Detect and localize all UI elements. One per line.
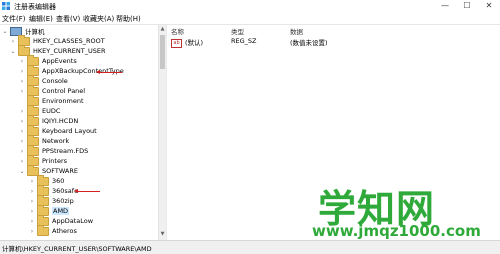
chevron-right-icon[interactable]: › — [10, 38, 16, 45]
chevron-right-icon[interactable]: › — [19, 158, 25, 165]
status-bar: 计算机\HKEY_CURRENT_USER\SOFTWARE\AMD — [0, 240, 500, 254]
string-value-icon: ab — [171, 38, 182, 48]
column-header-data[interactable]: 数据 — [290, 26, 303, 36]
tree-node-hkcu[interactable]: ⌄ HKEY_CURRENT_USER — [10, 44, 106, 56]
title-bar: 注册表编辑器 — ☐ ✕ — [0, 0, 500, 13]
close-button[interactable]: ✕ — [478, 0, 500, 12]
chevron-right-icon[interactable]: › — [19, 118, 25, 125]
chevron-right-icon[interactable]: › — [19, 138, 25, 145]
menu-edit[interactable]: 编辑(E) — [29, 14, 53, 24]
chevron-right-icon[interactable]: › — [19, 108, 25, 115]
chevron-right-icon[interactable]: › — [29, 188, 35, 195]
tree-node-360zip[interactable]: › 360zip — [29, 194, 74, 206]
tree-node-label: Keyboard Layout — [42, 127, 97, 135]
folder-icon — [37, 224, 49, 236]
tree-node-label: HKEY_CLASSES_ROOT — [33, 37, 105, 45]
tree-node-appxbackup[interactable]: › AppXBackupContentType — [19, 64, 124, 76]
chevron-right-icon[interactable]: › — [19, 148, 25, 155]
annotation-arrow — [96, 70, 122, 74]
value-data: (数值未设置) — [290, 39, 328, 47]
menu-favorites[interactable]: 收藏夹(A) — [83, 14, 114, 24]
tree-node-label: Console — [42, 77, 68, 85]
menu-help[interactable]: 帮助(H) — [116, 14, 141, 24]
column-header-type[interactable]: 类型 — [231, 26, 244, 36]
tree-node-label: SOFTWARE — [42, 167, 78, 175]
tree-node-label: AppDataLow — [52, 217, 94, 225]
tree-node-label: Control Panel — [42, 87, 86, 95]
tree-node-label: Atheros — [52, 227, 77, 235]
tree-scrollbar[interactable]: ▲ ▼ — [158, 25, 166, 240]
minimize-button[interactable]: — — [434, 0, 456, 12]
value-row[interactable]: ab (默认) — [171, 37, 203, 48]
tree-node-eudc[interactable]: › EUDC — [19, 104, 61, 116]
tree-node-label: 计算机 — [25, 28, 45, 36]
menu-file[interactable]: 文件(F) — [2, 14, 26, 24]
tree-node-label: Environment — [42, 97, 84, 105]
scroll-down-icon[interactable]: ▼ — [159, 231, 166, 237]
tree-node-atheros[interactable]: › Atheros — [29, 224, 77, 236]
tree-node-label: IQIYI.HCDN — [42, 117, 79, 125]
chevron-right-icon[interactable]: › — [19, 128, 25, 135]
tree-node-label: 360 — [52, 177, 65, 185]
tree-node-label: AMD — [52, 207, 70, 215]
scrollbar-thumb[interactable] — [160, 35, 165, 69]
chevron-right-icon[interactable]: › — [19, 78, 25, 85]
tree-node-label: AppEvents — [42, 57, 77, 65]
value-name: (默认) — [185, 39, 204, 47]
registry-tree: ⌄ 计算机 › HKEY_CLASSES_ROOT ⌄ HKEY_CURRENT… — [0, 25, 158, 240]
menu-view[interactable]: 查看(V) — [56, 14, 80, 24]
tree-node-amd[interactable]: › AMD — [29, 204, 70, 216]
status-path: 计算机\HKEY_CURRENT_USER\SOFTWARE\AMD — [2, 245, 152, 253]
tree-node-label: EUDC — [42, 107, 61, 115]
tree-node-software[interactable]: ⌄ SOFTWARE — [19, 164, 78, 176]
chevron-right-icon[interactable]: › — [29, 228, 35, 235]
chevron-right-icon[interactable]: › — [19, 68, 25, 75]
chevron-down-icon[interactable]: ⌄ — [2, 28, 8, 35]
tree-node-label: Network — [42, 137, 70, 145]
value-type: REG_SZ — [231, 37, 257, 45]
window-title: 注册表编辑器 — [14, 3, 56, 11]
chevron-right-icon[interactable]: › — [19, 58, 25, 65]
maximize-button[interactable]: ☐ — [456, 0, 478, 12]
registry-editor-icon — [2, 2, 10, 10]
tree-node-360[interactable]: › 360 — [29, 174, 65, 186]
chevron-right-icon[interactable]: › — [29, 218, 35, 225]
chevron-right-icon[interactable]: › — [19, 88, 25, 95]
tree-node-label: 360zip — [52, 197, 74, 205]
tree-node-label: Printers — [42, 157, 68, 165]
pane-splitter[interactable] — [166, 25, 167, 240]
scroll-up-icon[interactable]: ▲ — [159, 26, 166, 32]
column-header-name[interactable]: 名称 — [171, 26, 184, 36]
chevron-right-icon[interactable]: › — [29, 208, 35, 215]
annotation-arrow — [74, 189, 100, 193]
tree-node-label: AppXBackupContentType — [42, 67, 124, 75]
tree-node-label: HKEY_CURRENT_USER — [33, 47, 106, 55]
chevron-down-icon[interactable]: ⌄ — [10, 48, 16, 55]
chevron-right-icon[interactable]: › — [29, 178, 35, 185]
menu-bar: 文件(F) 编辑(E) 查看(V) 收藏夹(A) 帮助(H) — [0, 13, 500, 25]
chevron-down-icon[interactable]: ⌄ — [19, 168, 25, 175]
chevron-right-icon[interactable]: › — [29, 198, 35, 205]
watermark-url: www.jmqz1000.com — [312, 222, 481, 240]
tree-node-label: PPStream.FDS — [42, 147, 89, 155]
